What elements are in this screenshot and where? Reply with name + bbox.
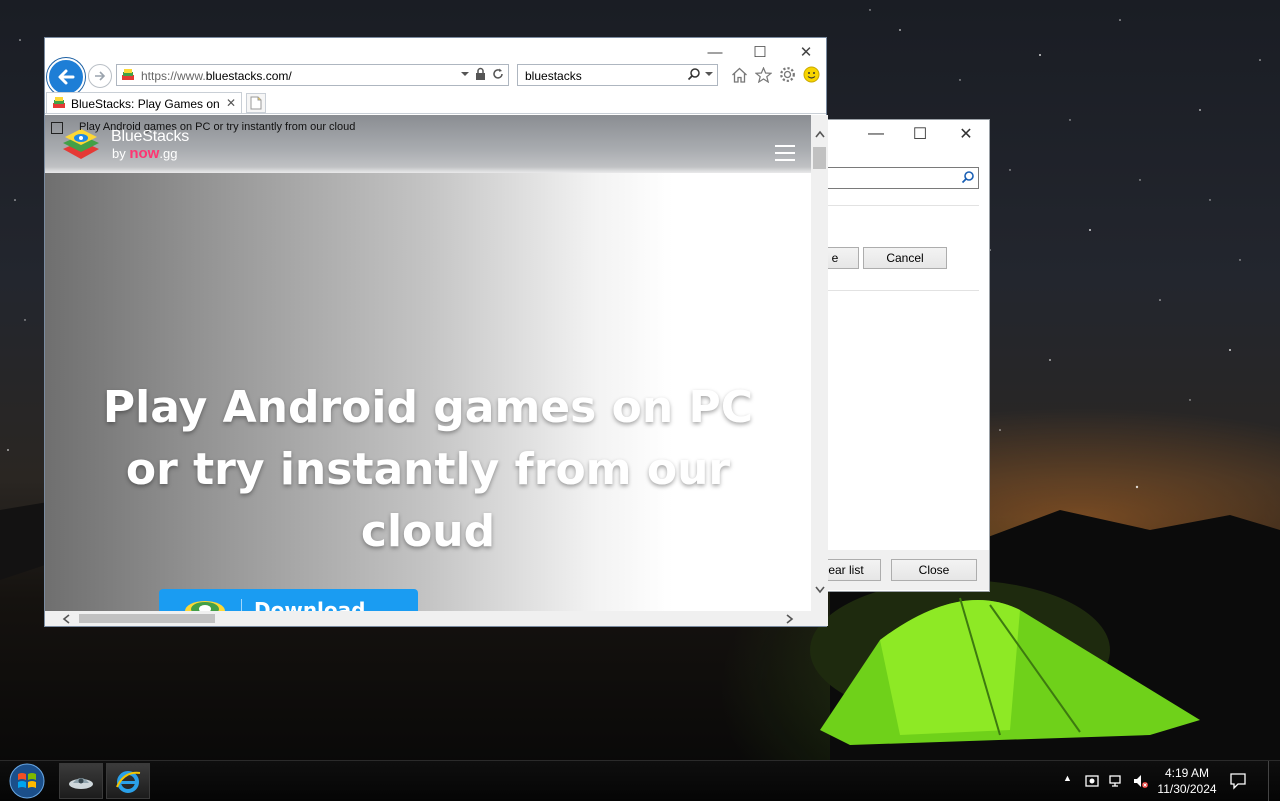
new-tab-icon [250, 96, 262, 110]
address-url[interactable]: https://www.bluestacks.com/ [141, 69, 292, 83]
clock-date: 11/30/2024 [1157, 782, 1217, 796]
volume-muted-icon[interactable] [1132, 773, 1148, 789]
search-icon[interactable] [687, 67, 701, 81]
search-icon [961, 171, 974, 184]
dialog-divider [827, 290, 979, 291]
tab-close-icon[interactable]: ✕ [226, 96, 236, 110]
close-button[interactable]: Close [891, 559, 977, 581]
hero-heading: Play Android games on PC or try instantl… [102, 382, 754, 557]
page-viewport[interactable]: Play Android games on PC or try instantl… [45, 115, 811, 611]
taskbar: ▲ 4:19 AM 11/30/2024 [0, 760, 1280, 801]
broken-image-icon [51, 122, 63, 134]
close-window-button[interactable]: ✕ [783, 42, 829, 62]
search-input-value[interactable]: bluestacks [525, 69, 582, 83]
download-button[interactable]: Download [159, 589, 418, 611]
taskbar-app-1[interactable] [59, 763, 103, 799]
tray-overflow-arrow[interactable]: ▲ [1063, 773, 1072, 783]
feedback-smiley-icon[interactable] [803, 66, 820, 83]
scroll-down-button[interactable] [811, 581, 828, 598]
action-center-flag-icon[interactable] [1084, 773, 1100, 789]
internet-explorer-icon [116, 771, 141, 793]
bluestacks-favicon-icon [122, 69, 134, 80]
minimize-button[interactable]: — [692, 42, 738, 62]
scroll-up-button[interactable] [811, 125, 828, 142]
dialog-close-window-button[interactable]: ✕ [943, 120, 989, 148]
favorites-star-icon[interactable] [755, 66, 772, 83]
scroll-right-button[interactable] [783, 612, 797, 626]
logo-by-nowgg: by now.gg [112, 145, 178, 162]
hamburger-icon[interactable] [775, 145, 795, 161]
address-bar[interactable]: https://www.bluestacks.com/ [116, 64, 509, 86]
scroll-left-button[interactable] [59, 612, 73, 626]
forward-button[interactable] [88, 64, 112, 88]
show-desktop-button[interactable] [1268, 761, 1280, 801]
back-icon [58, 69, 75, 85]
back-button[interactable] [47, 58, 85, 96]
bluestacks-favicon-icon [53, 97, 65, 108]
dialog-divider [827, 205, 979, 206]
dialog-maximize-button[interactable]: ☐ [897, 120, 943, 148]
cancel-button[interactable]: Cancel [863, 247, 947, 269]
taskbar-internet-explorer[interactable] [106, 763, 150, 799]
start-button[interactable] [3, 762, 51, 800]
bluestacks-download-icon [185, 601, 225, 611]
new-tab-button[interactable] [246, 93, 266, 113]
settings-gear-icon[interactable] [779, 66, 796, 83]
vertical-scroll-thumb[interactable] [813, 147, 826, 169]
network-icon[interactable] [1108, 773, 1124, 789]
horizontal-scroll-thumb[interactable] [79, 614, 215, 623]
tab-strip-border [45, 113, 826, 114]
browser-chrome: — ☐ ✕ https://www.bluestacks.com/ bluest… [45, 38, 826, 115]
logo-name[interactable]: BlueStacks [111, 128, 189, 146]
tab-title: BlueStacks: Play Games on ... [71, 96, 223, 111]
notifications-icon[interactable] [1229, 772, 1247, 790]
internet-explorer-window[interactable]: — ☐ ✕ https://www.bluestacks.com/ bluest… [44, 37, 828, 627]
clock-time: 4:19 AM [1164, 766, 1210, 780]
dialog-search-input[interactable] [827, 167, 979, 189]
maximize-button[interactable]: ☐ [737, 42, 783, 62]
search-box[interactable]: bluestacks [517, 64, 718, 86]
forward-icon [95, 71, 106, 81]
scrollbar-corner [811, 611, 828, 626]
windows-start-icon [9, 763, 45, 799]
vertical-scrollbar[interactable] [811, 115, 828, 611]
tab-bluestacks[interactable]: BlueStacks: Play Games on ... ✕ [46, 92, 242, 114]
horizontal-scrollbar[interactable] [45, 611, 811, 626]
download-label: Download [254, 598, 366, 611]
address-dropdown-icon[interactable] [461, 70, 469, 78]
app-icon [69, 778, 93, 789]
system-clock[interactable]: 4:19 AM 11/30/2024 [1150, 765, 1224, 797]
dialog-minimize-button[interactable]: — [853, 120, 899, 148]
lock-icon[interactable] [475, 67, 486, 80]
refresh-icon[interactable] [492, 68, 504, 80]
search-dropdown-icon[interactable] [705, 70, 713, 78]
home-icon[interactable] [731, 67, 748, 83]
